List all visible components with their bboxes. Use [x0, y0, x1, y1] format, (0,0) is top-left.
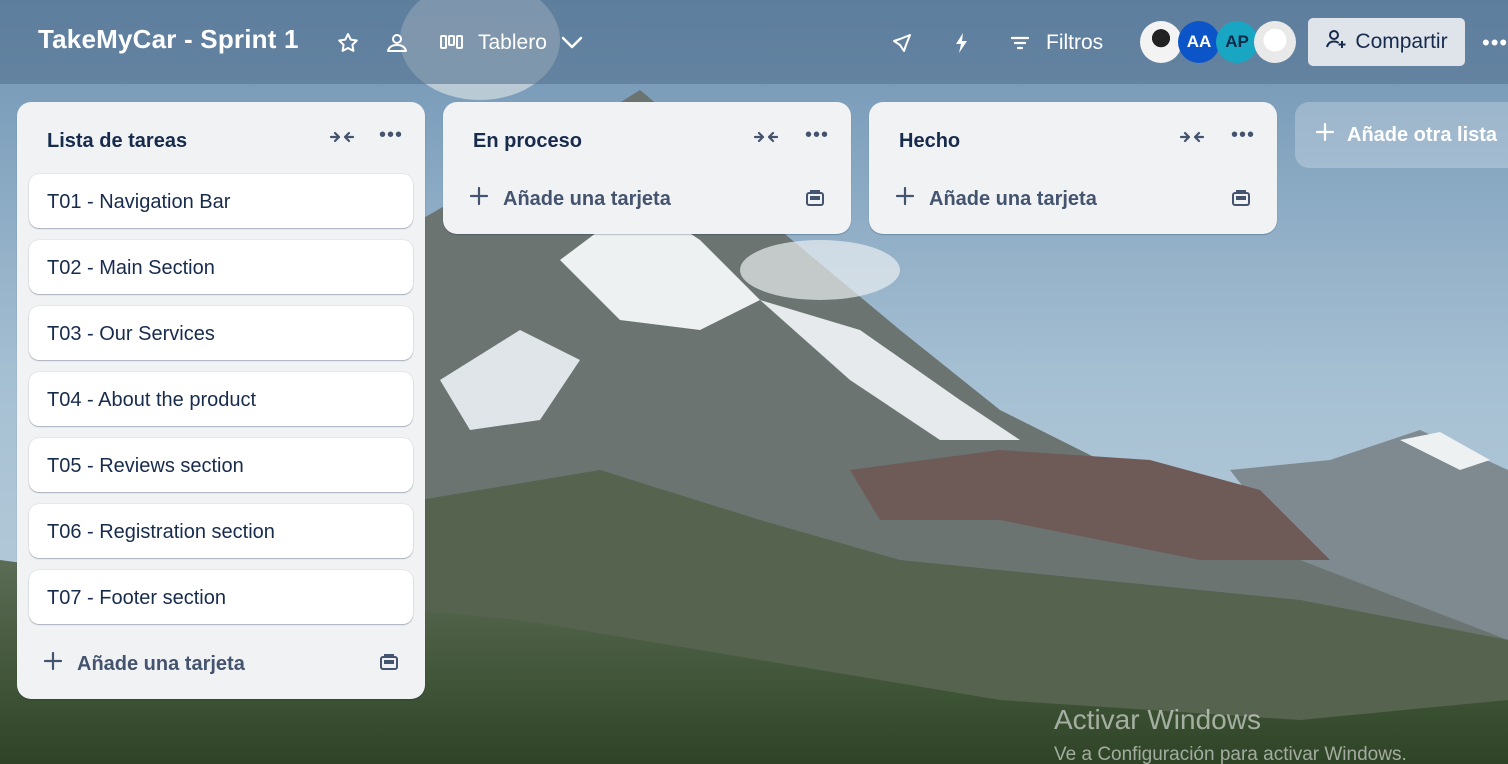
card-template-icon[interactable] — [1231, 189, 1251, 212]
collapse-list-icon[interactable] — [329, 129, 355, 150]
collapse-list-icon[interactable] — [753, 129, 779, 150]
plus-icon — [469, 186, 489, 212]
card[interactable]: T01 - Navigation Bar — [29, 174, 413, 228]
list-actions-button[interactable]: ••• — [1231, 124, 1255, 147]
filters-label: Filtros — [1046, 31, 1104, 54]
list-title[interactable]: Hecho — [899, 130, 960, 153]
list-en-proceso: En proceso ••• Añade una tarjeta — [443, 102, 851, 234]
chevron-down-icon — [561, 36, 583, 50]
avatar[interactable] — [1140, 21, 1182, 63]
board-view-label: Tablero — [478, 31, 547, 54]
board-header: TakeMyCar - Sprint 1 Tablero Filtros AA … — [0, 0, 1508, 84]
card[interactable]: T07 - Footer section — [29, 570, 413, 624]
filter-icon — [1008, 33, 1032, 53]
star-icon — [336, 31, 360, 55]
rocket-icon — [890, 31, 914, 55]
board-view-switcher[interactable]: Tablero — [440, 24, 583, 62]
plus-icon — [895, 186, 915, 212]
card-template-icon[interactable] — [805, 189, 825, 212]
card[interactable]: T06 - Registration section — [29, 504, 413, 558]
power-ups-button[interactable] — [890, 24, 914, 62]
card-template-icon[interactable] — [379, 653, 399, 676]
collapse-list-icon[interactable] — [1179, 129, 1205, 150]
team-icon — [384, 31, 410, 55]
lightning-icon — [950, 31, 972, 55]
add-card-button[interactable]: Añade una tarjeta — [43, 651, 245, 677]
filters-button[interactable]: Filtros — [1008, 24, 1103, 62]
add-card-label: Añade una tarjeta — [77, 652, 245, 675]
share-label: Compartir — [1355, 30, 1448, 53]
add-card-button[interactable]: Añade una tarjeta — [469, 186, 671, 212]
add-card-label: Añade una tarjeta — [503, 187, 671, 210]
avatar[interactable] — [1254, 21, 1296, 63]
workspace-visibility-button[interactable] — [384, 24, 410, 62]
add-card-label: Añade una tarjeta — [929, 187, 1097, 210]
list-lista-de-tareas: Lista de tareas ••• T01 - Navigation Bar… — [17, 102, 425, 699]
list-actions-button[interactable]: ••• — [805, 124, 829, 147]
add-person-icon — [1325, 28, 1347, 56]
windows-activation-watermark: Activar Windows — [1054, 704, 1261, 735]
avatar[interactable]: AP — [1216, 21, 1258, 63]
list-actions-button[interactable]: ••• — [379, 124, 403, 147]
card[interactable]: T02 - Main Section — [29, 240, 413, 294]
card[interactable]: T04 - About the product — [29, 372, 413, 426]
list-title[interactable]: Lista de tareas — [47, 130, 187, 153]
list-title[interactable]: En proceso — [473, 130, 582, 153]
avatar[interactable]: AA — [1178, 21, 1220, 63]
board-menu-button[interactable]: ••• — [1482, 30, 1508, 56]
card[interactable]: T03 - Our Services — [29, 306, 413, 360]
plus-icon — [43, 651, 63, 677]
add-list-label: Añade otra lista — [1347, 123, 1498, 146]
board-view-icon — [440, 33, 464, 53]
board-title[interactable]: TakeMyCar - Sprint 1 — [38, 24, 299, 55]
share-button[interactable]: Compartir — [1308, 18, 1465, 66]
plus-icon — [1315, 122, 1335, 148]
list-hecho: Hecho ••• Añade una tarjeta — [869, 102, 1277, 234]
card[interactable]: T05 - Reviews section — [29, 438, 413, 492]
board-members: AA AP — [1140, 21, 1296, 63]
add-list-button[interactable]: Añade otra lista — [1295, 102, 1508, 168]
add-card-button[interactable]: Añade una tarjeta — [895, 186, 1097, 212]
automation-button[interactable] — [950, 24, 972, 62]
star-board-button[interactable] — [336, 24, 360, 62]
windows-activation-hint: Ve a Configuración para activar Windows. — [1054, 744, 1407, 764]
